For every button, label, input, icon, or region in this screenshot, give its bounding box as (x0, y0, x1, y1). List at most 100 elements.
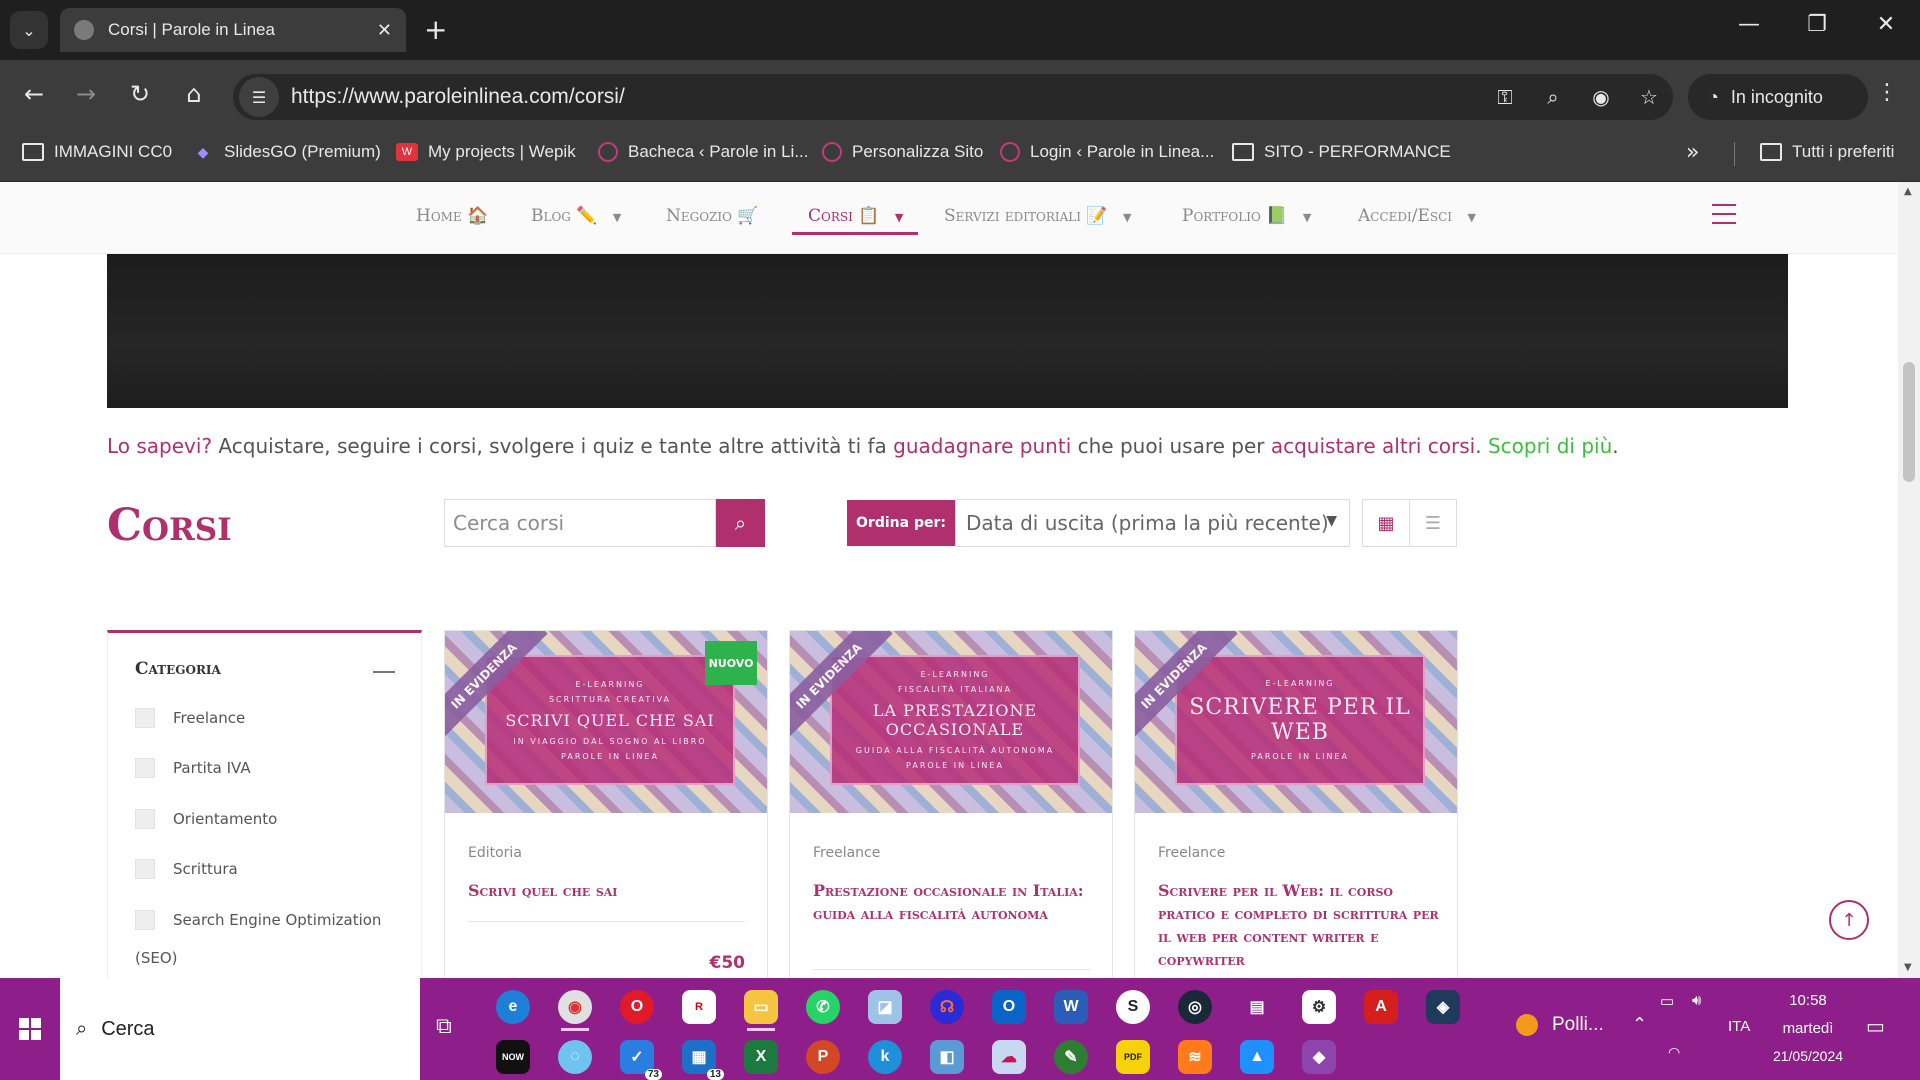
category-orientamento[interactable]: Orientamento (135, 809, 277, 829)
affinity-photo-icon[interactable]: ◆ (1302, 1040, 1336, 1074)
bookmark-star-icon[interactable]: ☆ (1625, 85, 1673, 109)
language-indicator[interactable]: ITA (1728, 1018, 1750, 1035)
edge-icon[interactable]: e (496, 990, 530, 1024)
course-card[interactable]: E-LEARNING FISCALITÀ ITALIANA LA PRESTAZ… (789, 630, 1113, 978)
more-bookmarks-icon[interactable]: » (1686, 140, 1699, 165)
minimize-icon[interactable]: — (1729, 12, 1769, 37)
tab-search-dropdown-icon[interactable]: ⌄ (10, 11, 48, 49)
checkbox[interactable] (135, 708, 155, 728)
cloud-app-icon[interactable]: ☁ (992, 1040, 1026, 1074)
whatsapp-icon[interactable]: ✆ (806, 990, 840, 1024)
course-card[interactable]: E-LEARNING SCRITTURA CREATIVA SCRIVI QUE… (444, 630, 768, 978)
nav-servizi-editoriali[interactable]: Servizi editoriali 📝 ▼ (944, 206, 1131, 226)
course-search-input[interactable]: Cerca corsi (444, 499, 716, 547)
site-info-icon[interactable]: ☰ (239, 77, 279, 117)
course-title[interactable]: Scrivere per il Web: il corso pratico e … (1158, 879, 1443, 971)
course-thumbnail[interactable]: E-LEARNING FISCALITÀ ITALIANA LA PRESTAZ… (790, 631, 1112, 813)
url-text[interactable]: https://www.paroleinlinea.com/corsi/ (291, 85, 1481, 109)
affinity-designer-icon[interactable]: ▲ (1240, 1040, 1274, 1074)
category-seo[interactable]: Search Engine Optimization (135, 910, 381, 930)
show-hidden-icons-icon[interactable]: ⌃ (1632, 1014, 1647, 1035)
category-scrittura[interactable]: Scrittura (135, 859, 238, 879)
davinci-icon[interactable]: ◈ (1426, 990, 1460, 1024)
now-tv-icon[interactable]: NOW (496, 1040, 530, 1074)
nav-corsi[interactable]: Corsi 📋 ▼ (808, 206, 903, 226)
start-button[interactable] (0, 978, 60, 1080)
nav-home[interactable]: Home 🏠 (416, 206, 488, 226)
wifi-icon[interactable]: ◠ (1668, 1044, 1680, 1061)
discover-more-link[interactable]: Scopri di più (1488, 434, 1612, 458)
course-category[interactable]: Freelance (813, 845, 880, 861)
clock-date[interactable]: 21/05/2024 (1762, 1048, 1854, 1064)
bookmark-slidesgo[interactable]: ◆ SlidesGO (Premium) (192, 142, 381, 162)
course-category[interactable]: Editoria (468, 845, 522, 861)
order-by-select[interactable]: Data di uscita (prima la più recente) ▼ (955, 499, 1350, 547)
volume-icon[interactable]: 🔊︎ (1692, 992, 1701, 1009)
eye-off-icon[interactable]: ◉ (1577, 85, 1625, 109)
scroll-up-icon[interactable]: ▲ (1904, 186, 1912, 197)
reader-icon[interactable]: ▤ (1240, 990, 1274, 1024)
file-explorer-icon[interactable]: ▭ (744, 990, 778, 1024)
category-partita-iva[interactable]: Partita IVA (135, 758, 251, 778)
back-icon[interactable]: ← (14, 74, 54, 114)
bookmark-immagini[interactable]: IMMAGINI CC0 (22, 142, 172, 162)
nav-accedi-esci[interactable]: Accedi/Esci ▼ (1358, 206, 1476, 226)
todo-icon[interactable]: ✓ 73 (620, 1040, 662, 1080)
list-view-button[interactable]: ☰ (1409, 499, 1457, 547)
forward-icon[interactable]: → (66, 74, 106, 114)
close-window-icon[interactable]: ✕ (1866, 12, 1906, 37)
restore-icon[interactable]: ❐ (1797, 12, 1837, 37)
word-icon[interactable]: W (1054, 990, 1088, 1024)
nav-portfolio[interactable]: Portfolio 📗 ▼ (1182, 206, 1311, 226)
bookmark-sito-performance[interactable]: SITO - PERFORMANCE (1232, 142, 1451, 162)
zoom-icon[interactable]: ⌕ (1529, 85, 1577, 109)
clock-day[interactable]: martedì (1772, 1020, 1844, 1037)
excel-icon[interactable]: X (744, 1040, 778, 1074)
password-key-icon[interactable]: ⚿ (1481, 85, 1529, 109)
steam-icon[interactable]: ◎ (1178, 990, 1212, 1024)
course-category[interactable]: Freelance (1158, 845, 1225, 861)
teams-icon[interactable]: ▦ 13 (682, 1040, 724, 1080)
powerpoint-icon[interactable]: P (806, 1040, 840, 1074)
opera-icon[interactable]: O (620, 990, 654, 1024)
outlook-icon[interactable]: O (992, 990, 1026, 1024)
course-card[interactable]: E-LEARNING SCRIVERE PER IL WEB PAROLE IN… (1134, 630, 1458, 978)
collapse-icon[interactable] (373, 671, 395, 673)
course-thumbnail[interactable]: E-LEARNING SCRITTURA CREATIVA SCRIVI QUE… (445, 631, 767, 813)
reload-icon[interactable]: ↻ (120, 74, 160, 114)
back-to-top-button[interactable]: ↑ (1829, 900, 1869, 940)
taskbar-search-box[interactable]: ⌕ Cerca (60, 978, 420, 1080)
scroll-down-icon[interactable]: ▼ (1904, 962, 1912, 973)
checkbox[interactable] (135, 859, 155, 879)
acrobat-icon[interactable]: A (1364, 990, 1398, 1024)
new-tab-icon[interactable]: + (424, 14, 447, 46)
notes-app-icon[interactable]: ◪ (868, 990, 902, 1024)
bookmark-login[interactable]: Login ‹ Parole in Linea... (1000, 142, 1214, 162)
notifications-icon[interactable]: ▭ (1866, 1014, 1885, 1039)
nav-blog[interactable]: Blog ✏️ ▼ (531, 206, 621, 226)
chrome-icon[interactable]: ◉ (558, 990, 592, 1024)
stripes-app-icon[interactable]: ≋ (1178, 1040, 1212, 1074)
task-view-icon[interactable]: ⧉ (436, 1014, 452, 1039)
hamburger-menu-icon[interactable] (1712, 204, 1736, 226)
close-tab-icon[interactable]: ✕ (377, 20, 392, 41)
checkbox[interactable] (135, 758, 155, 778)
bookmark-bacheca[interactable]: Bacheca ‹ Parole in Li... (598, 142, 808, 162)
course-thumbnail[interactable]: E-LEARNING SCRIVERE PER IL WEB PAROLE IN… (1135, 631, 1457, 813)
page-scrollbar[interactable]: ▲ ▼ (1898, 182, 1920, 978)
category-freelance[interactable]: Freelance (135, 708, 245, 728)
bookmark-personalizza[interactable]: Personalizza Sito (822, 142, 983, 162)
course-title[interactable]: Scrivi quel che sai (468, 879, 753, 902)
incognito-indicator[interactable]: ◔ In incognito (1688, 74, 1868, 120)
k-app-icon[interactable]: k (868, 1040, 902, 1074)
browser-tab-active[interactable]: Corsi | Parole in Linea ✕ (60, 8, 406, 52)
clock-time[interactable]: 10:58 (1780, 992, 1836, 1009)
s-app-icon[interactable]: S (1116, 990, 1150, 1024)
address-bar[interactable]: ☰ https://www.paroleinlinea.com/corsi/ ⚿… (233, 74, 1673, 120)
search-button[interactable]: ⌕ (716, 499, 765, 547)
scrollbar-thumb[interactable] (1903, 362, 1915, 482)
browser-menu-icon[interactable]: ⋮ (1876, 80, 1898, 105)
battery-icon[interactable]: ▭ (1660, 992, 1674, 1010)
grid-view-button[interactable]: ▦ (1362, 499, 1410, 547)
course-title[interactable]: Prestazione occasionale in Italia: guida… (813, 879, 1098, 925)
